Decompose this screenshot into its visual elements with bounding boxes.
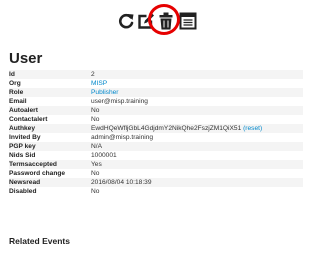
field-row-id: Id 2 xyxy=(9,70,303,79)
field-row-contactalert: Contactalert No xyxy=(9,115,303,124)
authkey-value: EwdHQeWfljGbL4GdjdmY2NikQhe2FszjZM1QiX51 xyxy=(91,125,242,132)
field-value: No xyxy=(91,116,100,123)
events-list-icon[interactable] xyxy=(179,12,199,32)
field-row-autoalert: Autoalert No xyxy=(9,106,303,115)
highlight-circle xyxy=(148,4,180,35)
field-row-invited-by: Invited By admin@misp.training xyxy=(9,133,303,142)
page-title: User xyxy=(9,50,43,67)
role-link[interactable]: Publisher xyxy=(91,89,119,96)
field-row-disabled: Disabled No xyxy=(9,187,303,196)
field-label: Nids Sid xyxy=(9,152,36,159)
field-row-password-change: Password change No xyxy=(9,169,303,178)
field-label: Password change xyxy=(9,170,66,177)
reset-authkey-link[interactable]: (reset) xyxy=(243,125,262,132)
field-label: Disabled xyxy=(9,188,37,195)
org-link[interactable]: MISP xyxy=(91,80,107,87)
pgp-key-value: N/A xyxy=(91,142,303,151)
field-row-email: Email user@misp.training xyxy=(9,97,303,106)
field-row-role: Role Publisher xyxy=(9,88,303,97)
field-value: Yes xyxy=(91,160,303,169)
field-value: 2016/08/04 10:18:39 xyxy=(91,178,303,187)
field-label: Invited By xyxy=(9,134,41,141)
field-row-org: Org MISP xyxy=(9,79,303,88)
field-row-nids-sid: Nids Sid 1000001 xyxy=(9,151,303,160)
field-label: Id xyxy=(9,70,91,79)
field-label: Role xyxy=(9,88,91,97)
field-value: No xyxy=(91,106,303,115)
field-label: Email xyxy=(9,98,27,105)
field-row-termsaccepted: Termsaccepted Yes xyxy=(9,160,303,169)
field-label: Termsaccepted xyxy=(9,160,91,169)
field-label: Autoalert xyxy=(9,106,91,115)
field-label: Authkey xyxy=(9,124,91,133)
field-label: PGP key xyxy=(9,142,91,151)
field-label: Contactalert xyxy=(9,116,48,123)
action-toolbar xyxy=(116,4,256,36)
field-row-pgp-key: PGP key N/A xyxy=(9,142,303,151)
field-row-newsread: Newsread 2016/08/04 10:18:39 xyxy=(9,178,303,187)
related-events-heading: Related Events xyxy=(9,236,70,246)
field-value: user@misp.training xyxy=(91,98,148,105)
field-value: 1000001 xyxy=(91,152,117,159)
refresh-icon[interactable] xyxy=(116,11,136,31)
field-row-authkey: Authkey EwdHQeWfljGbL4GdjdmY2NikQhe2Fszj… xyxy=(9,124,303,133)
field-value: No xyxy=(91,188,100,195)
field-label: Org xyxy=(9,80,21,87)
field-value: 2 xyxy=(91,70,303,79)
field-label: Newsread xyxy=(9,178,91,187)
field-value: admin@misp.training xyxy=(91,134,154,141)
user-details-table: Id 2 Org MISP Role Publisher Email user@… xyxy=(9,70,303,196)
field-value: No xyxy=(91,170,100,177)
